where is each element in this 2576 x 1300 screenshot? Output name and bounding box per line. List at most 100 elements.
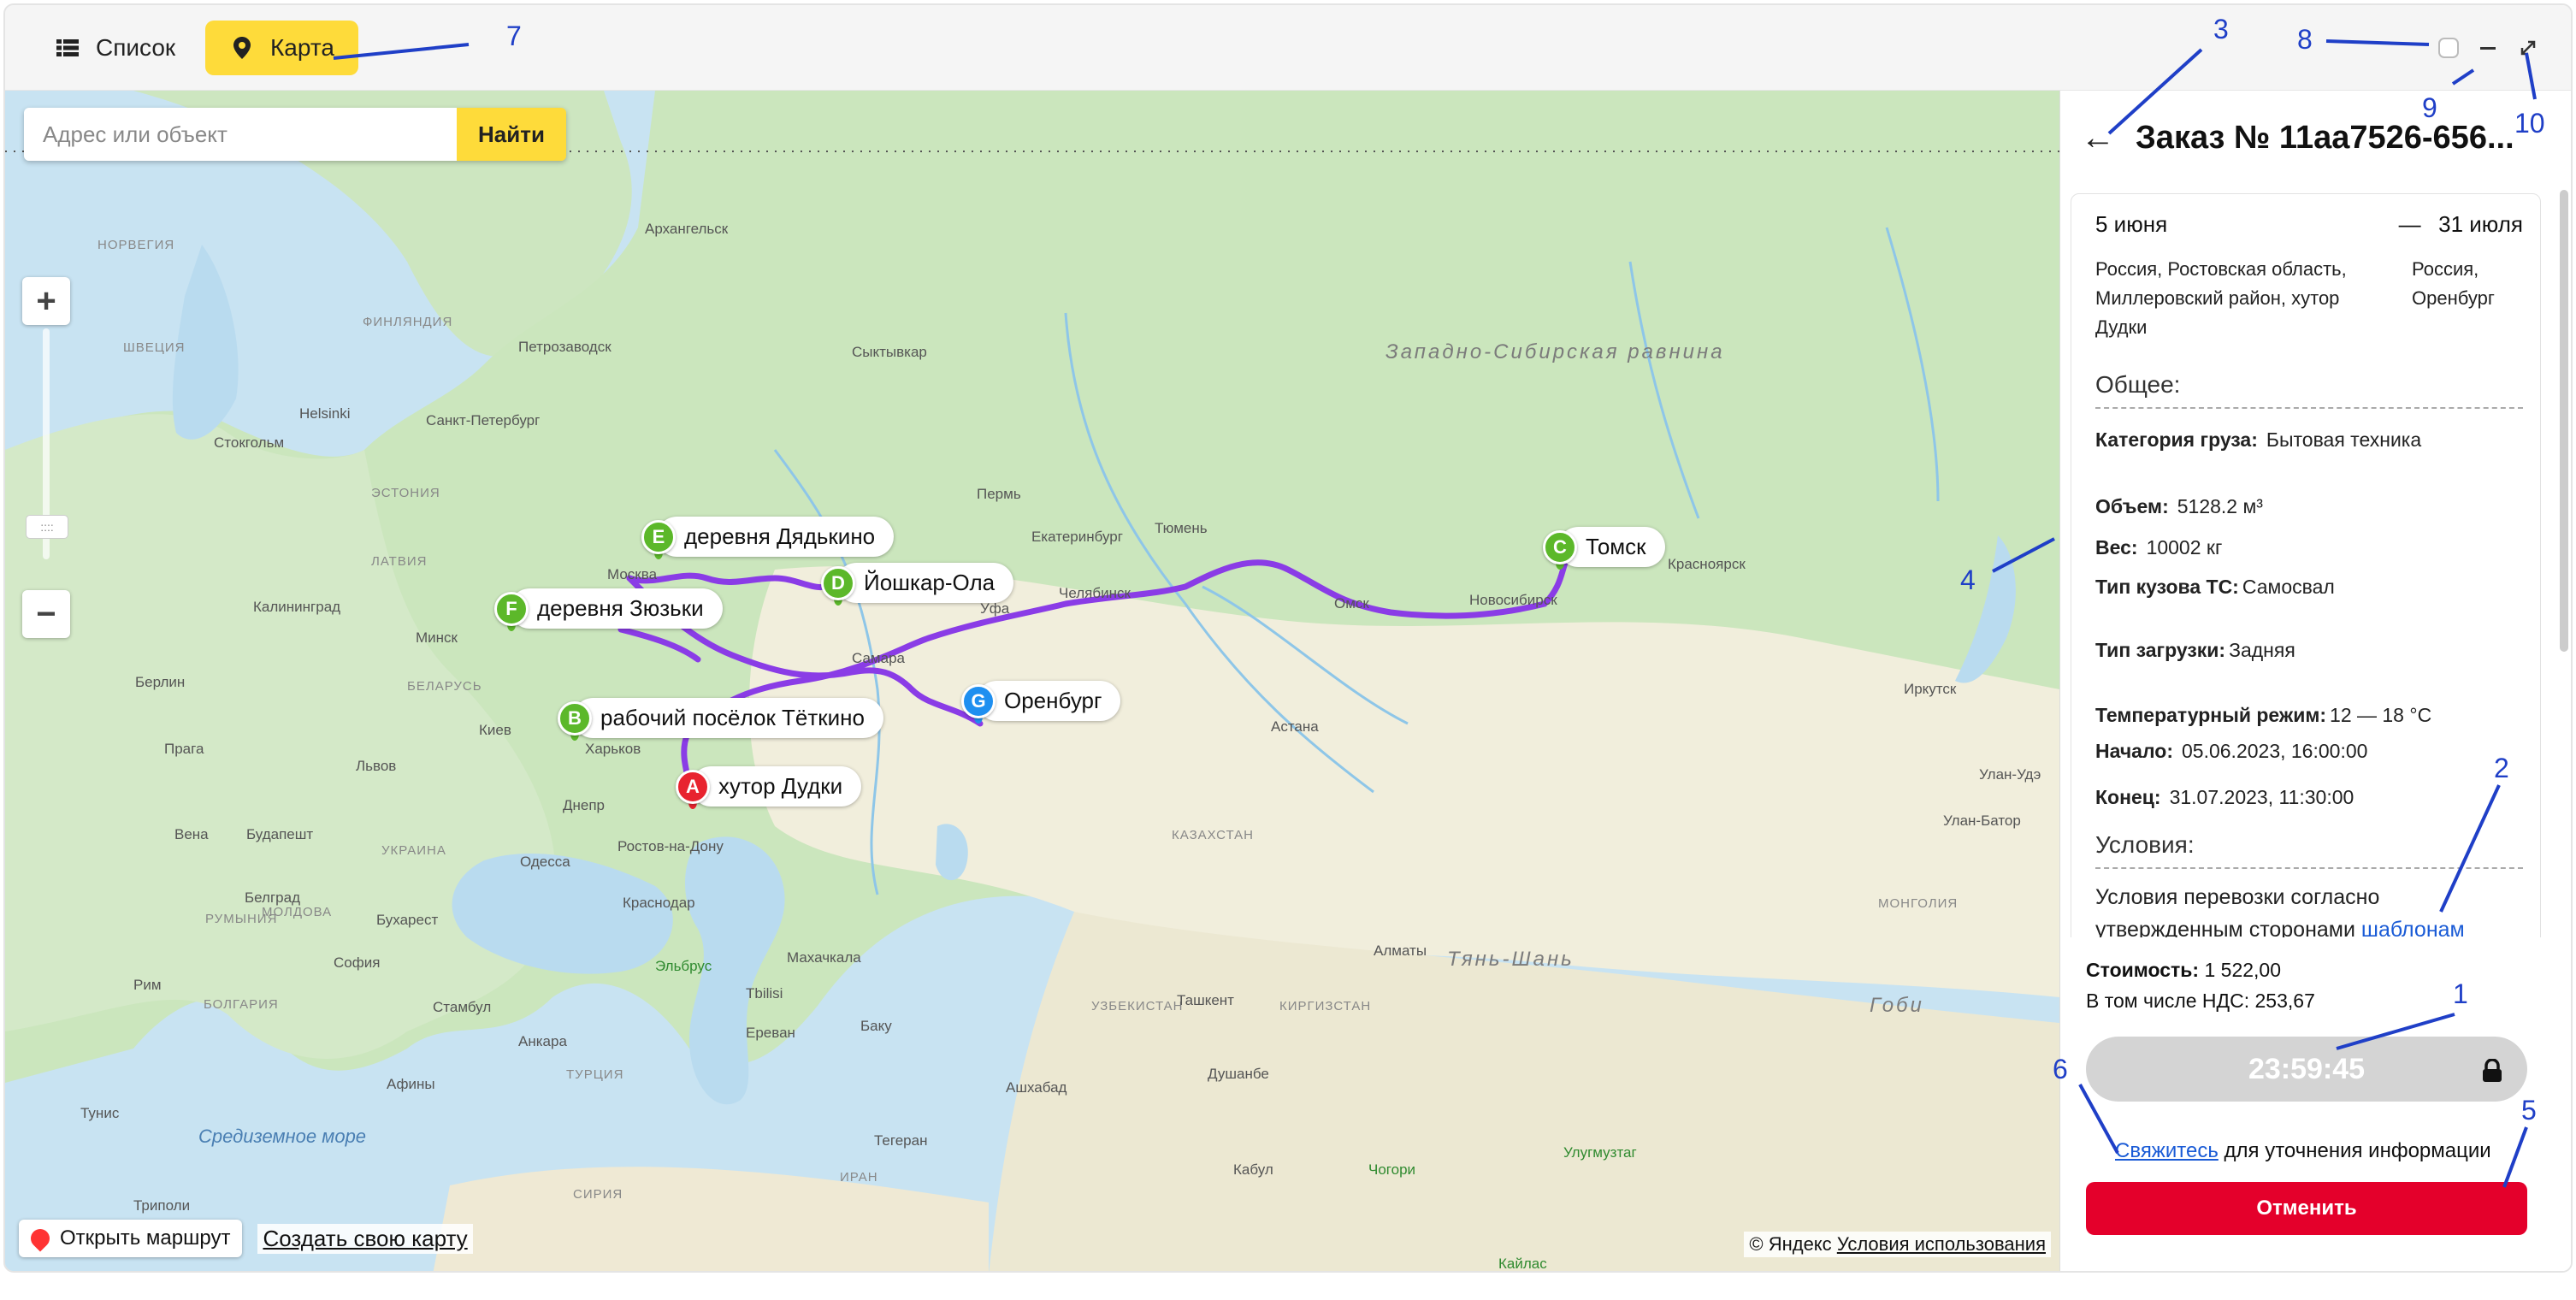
minimize-icon[interactable] — [2473, 31, 2502, 65]
city-label: Ашхабад — [1006, 1079, 1067, 1096]
route-marker-f[interactable]: F деревня Зюзьки — [494, 588, 723, 631]
panel-header: ← Заказ № 11aa7526-656... — [2060, 91, 2571, 185]
city-label: Будапешт — [246, 826, 314, 842]
city-label: София — [334, 954, 381, 971]
city-label: Минск — [416, 629, 458, 646]
annotation-number: 3 — [2213, 14, 2229, 44]
cost-block: Стоимость: 1 522,00 В том числе НДС: 253… — [2086, 954, 2315, 1016]
create-map-link[interactable]: Создать свою карту — [257, 1223, 473, 1254]
cancel-button[interactable]: Отменить — [2086, 1182, 2527, 1235]
zoom-out-button[interactable]: − — [22, 590, 70, 638]
country-label: КАЗАХСТАН — [1172, 828, 1254, 842]
city-label: Прага — [164, 741, 204, 757]
city-label: Ереван — [746, 1025, 795, 1041]
peak-label: Эльбрус — [655, 958, 712, 974]
route-marker-g[interactable]: G Оренбург — [961, 681, 1121, 724]
city-label: Харьков — [585, 741, 641, 757]
annotation-number: 10 — [2514, 108, 2545, 139]
city-label: Tbilisi — [746, 985, 783, 1002]
app-window: Список Карта Западно-Сибирская равнина Т… — [3, 3, 2573, 1273]
marker-pin: C — [1543, 529, 1577, 564]
marker-pin: B — [558, 700, 592, 736]
tab-list-label: Список — [96, 34, 176, 61]
panel-scrollbar[interactable] — [2560, 190, 2568, 652]
route-marker-c[interactable]: C Томск — [1543, 527, 1665, 570]
start-value: 05.06.2023, 16:00:00 — [2182, 740, 2368, 762]
marker-label: Йошкар-Ола — [836, 563, 1014, 603]
contact-link[interactable]: Свяжитесь — [2115, 1139, 2219, 1162]
city-label: Ростов-на-Дону — [617, 838, 724, 854]
tab-list[interactable]: Список — [31, 21, 199, 75]
body-value: Самосвал — [2242, 576, 2335, 598]
map-view[interactable]: Западно-Сибирская равнина Тянь-Шань Гоби… — [5, 91, 2059, 1272]
weight-row: Вес: 10002 кг — [2095, 534, 2523, 561]
search-input[interactable] — [24, 108, 457, 161]
terms-link[interactable]: Условия использования — [1837, 1233, 2046, 1255]
route-marker-a[interactable]: A хутор Дудки — [676, 766, 862, 809]
end-value: 31.07.2023, 11:30:00 — [2169, 786, 2354, 808]
date-start: 5 июня — [2095, 211, 2168, 237]
city-label: Киев — [479, 722, 511, 738]
checkbox-icon[interactable] — [2434, 31, 2463, 65]
zoom-slider-handle[interactable]: :::: — [26, 515, 68, 539]
city-label: Баку — [860, 1018, 892, 1034]
end-row: Конец: 31.07.2023, 11:30:00 — [2095, 783, 2523, 811]
city-label: Алматы — [1374, 942, 1427, 959]
contact-text: для уточнения информации — [2224, 1139, 2491, 1162]
route-marker-d[interactable]: D Йошкар-Ола — [821, 563, 1014, 606]
country-label: МОНГОЛИЯ — [1878, 896, 1959, 911]
city-label: Новосибирск — [1469, 592, 1557, 608]
timer-value: 23:59:45 — [2248, 1052, 2366, 1085]
city-label: Белград — [245, 889, 300, 906]
arrow-left-icon[interactable]: ← — [2081, 119, 2115, 157]
route-marker-b[interactable]: B рабочий посёлок Тёткино — [558, 698, 884, 741]
route-marker-e[interactable]: E деревня Дядькино — [641, 517, 895, 559]
peak-label: Кайлас — [1498, 1256, 1547, 1272]
city-label: Краснодар — [623, 895, 695, 911]
city-label: Афины — [387, 1076, 435, 1092]
order-panel: ← Заказ № 11aa7526-656... 5 июня — 31 ию… — [2059, 91, 2571, 1271]
open-route-button[interactable]: Открыть маршрут — [19, 1220, 243, 1257]
search-button[interactable]: Найти — [457, 108, 566, 161]
annotation-number: 5 — [2521, 1095, 2537, 1126]
city-label: Махачкала — [787, 949, 861, 966]
start-row: Начало: 05.06.2023, 16:00:00 — [2095, 737, 2523, 765]
city-label: Стамбул — [433, 999, 492, 1015]
loading-value: Задняя — [2229, 639, 2295, 661]
city-label: Анкара — [518, 1033, 567, 1049]
cost-value: 1 522,00 — [2204, 959, 2281, 981]
body-key: Тип кузова ТС: — [2095, 576, 2239, 598]
contact-line: Свяжитесь для уточнения информации — [2115, 1139, 2491, 1163]
country-label: УЗБЕКИСТАН — [1091, 999, 1184, 1013]
top-bar: Список Карта — [5, 5, 2571, 91]
open-route-label: Открыть маршрут — [60, 1226, 231, 1250]
city-label: Красноярск — [1668, 556, 1746, 572]
date-range: 5 июня — 31 июля — [2095, 211, 2523, 238]
city-label: Улан-Удэ — [1979, 766, 2041, 783]
city-label: Улан-Батор — [1943, 812, 2021, 829]
zoom-in-button[interactable]: + — [22, 277, 70, 325]
annotation-number: 6 — [2053, 1054, 2068, 1084]
map-search: Найти — [24, 108, 566, 161]
region-label: Западно-Сибирская равнина — [1385, 340, 1725, 363]
annotation-number: 4 — [1960, 564, 1976, 595]
weight-value: 10002 кг — [2146, 536, 2223, 558]
city-label: Душанбе — [1208, 1066, 1269, 1082]
annotation-number: 2 — [2494, 753, 2509, 783]
peak-label: Чогори — [1368, 1161, 1416, 1178]
panel-footer: Стоимость: 1 522,00 В том числе НДС: 253… — [2060, 937, 2571, 1271]
city-label: Тюмень — [1155, 520, 1208, 536]
marker-label: хутор Дудки — [691, 766, 862, 807]
country-label: ФИНЛЯНДИЯ — [363, 315, 453, 329]
annotation-number: 7 — [506, 21, 522, 51]
country-label: ЛАТВИЯ — [371, 554, 428, 569]
vat-text: В том числе НДС: 253,67 — [2086, 990, 2315, 1012]
marker-label: Оренбург — [977, 681, 1121, 721]
route-addresses: Россия, Ростовская область, Миллеровский… — [2095, 255, 2523, 342]
city-label: Ташкент — [1177, 992, 1234, 1008]
expand-icon[interactable] — [2513, 31, 2544, 65]
volume-value: 5128.2 м³ — [2177, 495, 2263, 517]
cargo-key: Категория груза: — [2095, 428, 2258, 451]
country-label: БЕЛАРУСЬ — [407, 679, 482, 694]
tab-map[interactable]: Карта — [205, 21, 358, 75]
